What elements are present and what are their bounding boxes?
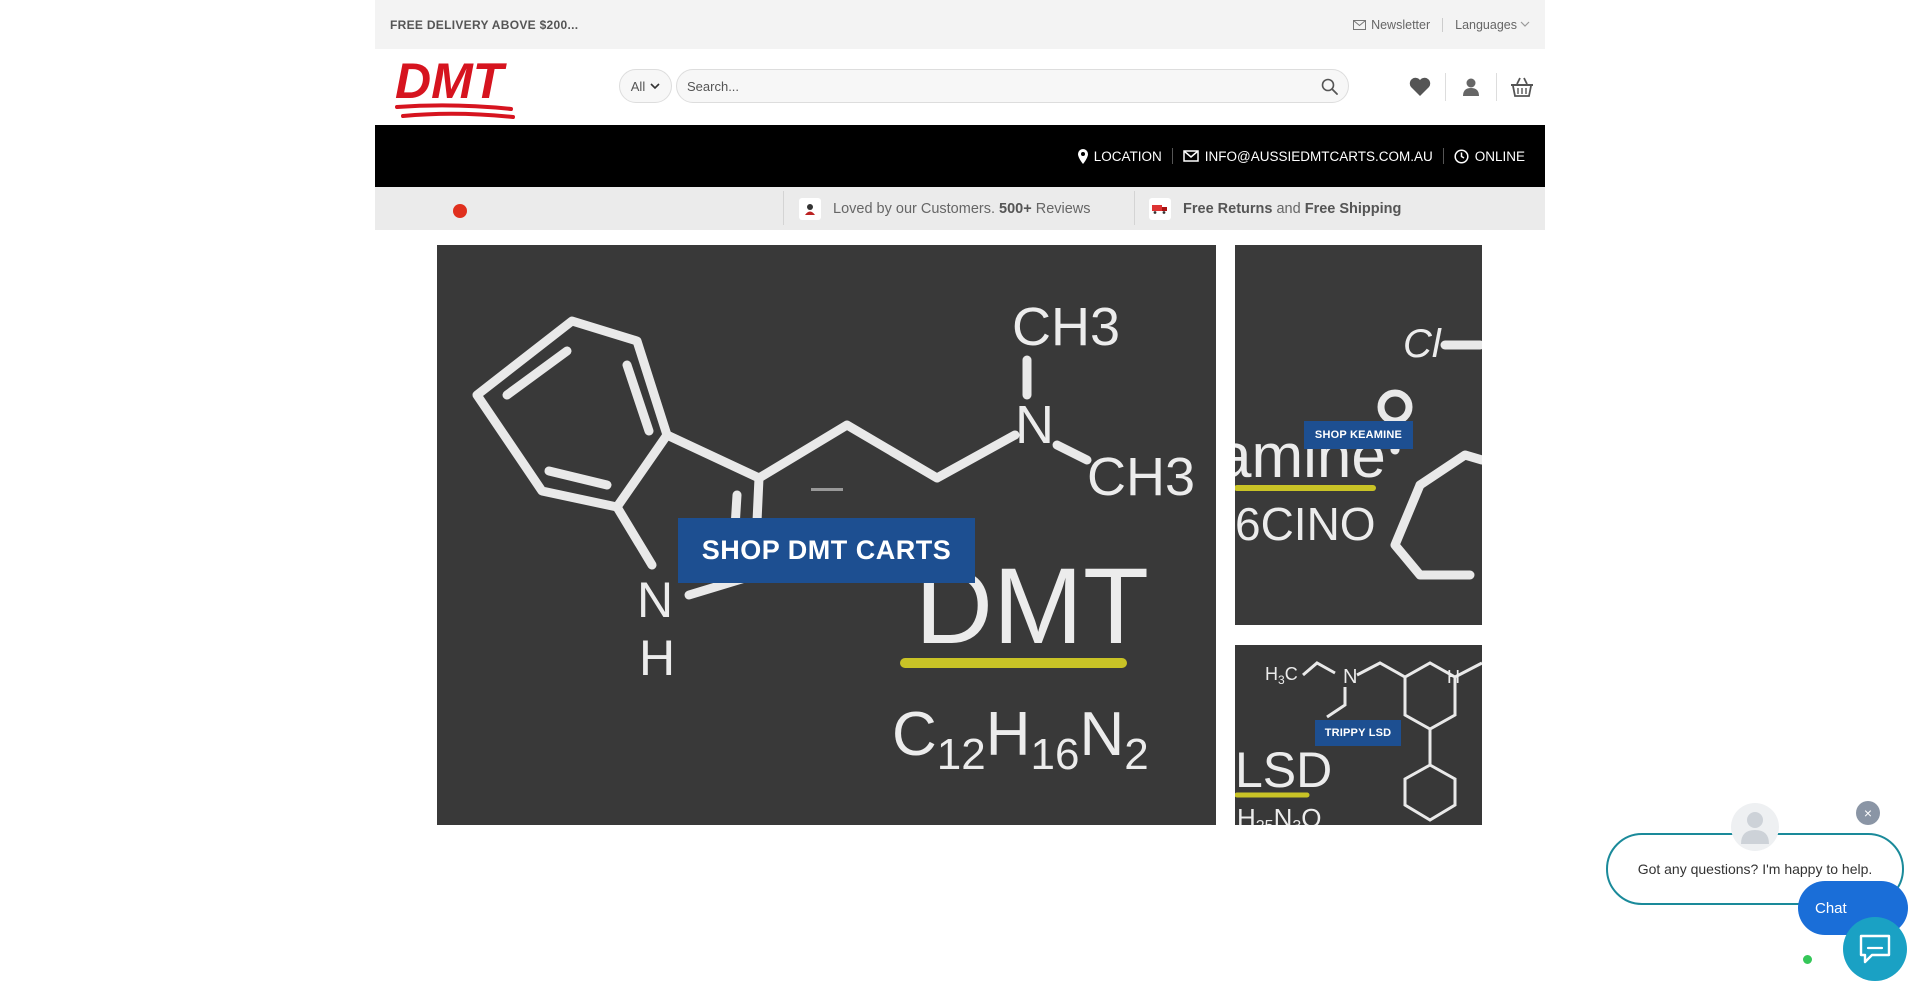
trippy-lsd-button[interactable]: TRIPPY LSD [1315, 720, 1401, 746]
slide-indicator[interactable] [811, 488, 843, 491]
wishlist-button[interactable] [1407, 74, 1433, 100]
reviews-prefix: Loved by our Customers. [833, 200, 995, 217]
svg-text:N: N [1343, 666, 1357, 688]
trust-strip: Loved by our Customers. 500+ Reviews Fre… [375, 187, 1545, 230]
free-delivery-promo: FREE DELIVERY ABOVE $200... [390, 17, 579, 32]
ch3-right-label: CH3 [1087, 447, 1195, 507]
reviews-badge: Loved by our Customers. 500+ Reviews [799, 187, 1091, 230]
search-field [676, 69, 1349, 103]
chat-prompt-text: Got any questions? I'm happy to help. [1637, 861, 1873, 877]
chat-button-label: Chat [1815, 899, 1847, 917]
reviews-suffix: Reviews [1035, 200, 1091, 217]
search-icon[interactable] [1321, 78, 1338, 95]
chat-icon-button[interactable] [1843, 917, 1907, 981]
map-pin-icon [1077, 148, 1088, 164]
nh-h-label: H [639, 630, 675, 686]
delivery-truck-icon [1152, 204, 1167, 214]
category-select-value: All [630, 78, 646, 94]
reviews-thumbnail [799, 197, 821, 220]
languages-label: Languages [1455, 17, 1517, 32]
shop-dmt-carts-button[interactable]: SHOP DMT CARTS [678, 518, 975, 583]
divider [1134, 191, 1135, 225]
envelope-icon [1353, 19, 1367, 30]
category-select[interactable]: All [619, 69, 672, 103]
email-label: INFO@AUSSIEDMTCARTS.COM.AU [1204, 148, 1433, 164]
email-link[interactable]: INFO@AUSSIEDMTCARTS.COM.AU [1183, 149, 1433, 164]
header-actions [1407, 73, 1535, 101]
top-bar: FREE DELIVERY ABOVE $200... Newsletter L… [375, 0, 1545, 49]
ketamine-banner[interactable]: Cl amine 6CINO SHOP KEAMINE [1235, 245, 1482, 625]
status-dot [453, 204, 467, 218]
account-button[interactable] [1458, 74, 1484, 100]
location-label: LOCATION [1093, 148, 1162, 164]
logo-text: DMT [395, 53, 508, 109]
svg-text:C12H16N2: C12H16N2 [892, 700, 1149, 779]
basket-icon [1511, 77, 1533, 97]
n-atom-label: N [1015, 395, 1054, 455]
divider [1442, 148, 1444, 164]
online-status-dot [1801, 953, 1814, 966]
user-icon [1463, 78, 1479, 96]
chevron-down-icon [1520, 21, 1530, 27]
dmt-logo[interactable]: DMT [393, 53, 523, 121]
free-shipping-label: Free Shipping [1304, 200, 1402, 217]
hero-banner[interactable]: CH3 N CH3 N H DMT C12H16N2 SHOP DMT CART… [437, 245, 1216, 825]
divider [783, 191, 784, 225]
shop-ketamine-button[interactable]: SHOP KEAMINE [1304, 421, 1413, 449]
nh-n-label: N [637, 572, 673, 628]
cl-label: Cl [1403, 322, 1442, 366]
envelope-icon [1183, 150, 1199, 162]
svg-text:H25N3O: H25N3O [1237, 803, 1322, 825]
reviews-text: Loved by our Customers. 500+ Reviews [833, 201, 1091, 217]
ch3-top-label: CH3 [1012, 297, 1120, 357]
svg-text:H: H [1447, 667, 1460, 687]
topbar-links: Newsletter Languages [1353, 17, 1530, 32]
cino-chalk-label: 6CINO [1235, 498, 1376, 550]
heart-icon [1409, 77, 1431, 96]
customer-icon [805, 203, 815, 215]
search-area: All [619, 69, 1349, 103]
agent-avatar [1731, 803, 1779, 851]
clock-icon [1454, 148, 1469, 164]
chat-close-button[interactable]: × [1856, 801, 1880, 825]
and-label: and [1276, 200, 1301, 217]
search-input[interactable] [677, 70, 1348, 102]
chat-bubble-icon [1859, 934, 1891, 964]
divider [1442, 17, 1444, 32]
reviews-count: 500+ [999, 200, 1032, 217]
online-label: ONLINE [1474, 148, 1525, 164]
user-icon [1741, 812, 1769, 844]
divider [1445, 73, 1446, 101]
divider [1496, 73, 1497, 101]
header: DMT All [375, 49, 1545, 125]
languages-dropdown[interactable]: Languages [1455, 18, 1530, 32]
chevron-down-icon [650, 82, 660, 89]
shipping-badge: Free Returns and Free Shipping [1149, 187, 1401, 230]
free-returns-label: Free Returns [1183, 200, 1273, 217]
lsd-chalk-label: LSD [1235, 742, 1332, 798]
newsletter-link[interactable]: Newsletter [1353, 18, 1430, 32]
location-link[interactable]: LOCATION [1077, 148, 1162, 164]
shipping-text: Free Returns and Free Shipping [1183, 201, 1401, 217]
divider [1171, 148, 1173, 164]
online-hours-link[interactable]: ONLINE [1454, 149, 1525, 164]
contact-bar: LOCATION INFO@AUSSIEDMTCARTS.COM.AU ONLI… [375, 125, 1545, 187]
cart-button[interactable] [1509, 74, 1535, 100]
shipping-thumbnail [1149, 197, 1171, 220]
newsletter-label: Newsletter [1371, 17, 1431, 32]
lsd-banner[interactable]: H3C N H LSD H25N3O TRIPPY LSD [1235, 645, 1482, 825]
